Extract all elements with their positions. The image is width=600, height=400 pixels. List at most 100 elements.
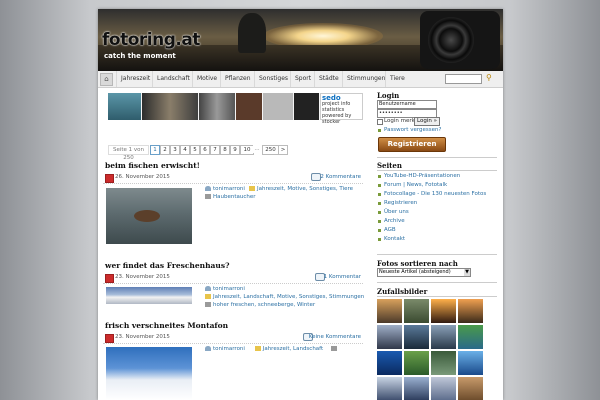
random-image[interactable] [377, 351, 402, 375]
post-comments-link[interactable]: Keine Kommentare [309, 334, 361, 340]
calendar-icon [105, 274, 114, 283]
ad-image[interactable] [142, 93, 198, 120]
pages-heading: Seiten [377, 161, 402, 170]
random-image[interactable] [404, 351, 429, 375]
site-header: fotoring.at catch the moment [98, 9, 503, 71]
login-button[interactable]: Login » [414, 117, 440, 126]
page-link[interactable]: 8 [220, 145, 230, 155]
page-link[interactable]: 3 [170, 145, 180, 155]
post-thumbnail[interactable] [106, 188, 192, 244]
page-link-youtube[interactable]: YouTube-HD-Präsentationen [384, 173, 460, 179]
ad-image[interactable] [263, 93, 293, 120]
random-image[interactable] [404, 377, 429, 400]
post-thumbnail[interactable] [106, 347, 192, 400]
post-tag-row [330, 345, 339, 353]
random-image[interactable] [377, 377, 402, 400]
page-link[interactable]: 5 [190, 145, 200, 155]
page-link[interactable]: 9 [230, 145, 240, 155]
nav-item-pflanzen[interactable]: Pflanzen [220, 71, 255, 87]
page-link-kontakt[interactable]: Kontakt [384, 236, 405, 242]
random-image[interactable] [458, 351, 483, 375]
page-link-archive[interactable]: Archive [384, 218, 405, 224]
nav-item-stimmungen[interactable]: Stimmungen [342, 71, 389, 87]
post-categories[interactable]: Jahreszeit, Landschaft [263, 346, 323, 352]
ad-image[interactable] [294, 93, 319, 120]
nav-item-jahreszeit[interactable]: Jahreszeit [116, 71, 154, 87]
post-tags[interactable]: hoher freschen, schneeberge, Winter [213, 302, 315, 308]
random-image[interactable] [431, 325, 456, 349]
random-image[interactable] [458, 299, 483, 323]
site-logo[interactable]: fotoring.at [102, 30, 200, 50]
post-title[interactable]: beim fischen erwischt! [105, 161, 200, 170]
nav-item-sonstiges[interactable]: Sonstiges [254, 71, 292, 87]
forgot-password-link[interactable]: Passwort vergessen? [384, 127, 441, 133]
nav-item-staedte[interactable]: Städte [314, 71, 343, 87]
post-comments-link[interactable]: 2 Kommentare [320, 174, 361, 180]
post-author[interactable]: tonimarroni [213, 346, 245, 352]
post-taxonomy: tonimarroni Jahreszeit, Landschaft, Moti… [205, 285, 365, 309]
divider [377, 254, 497, 255]
page-link-agb[interactable]: AGB [384, 227, 396, 233]
page-link[interactable]: 7 [210, 145, 220, 155]
post-categories[interactable]: Jahreszeit, Motive, Sonstiges, Tiere [257, 186, 353, 192]
ad-image[interactable] [236, 93, 262, 120]
ad-image[interactable] [108, 93, 141, 120]
random-image[interactable] [404, 325, 429, 349]
page-link[interactable]: 10 [240, 145, 254, 155]
post-title[interactable]: wer findet das Freschenhaus? [105, 261, 230, 270]
tag-icon [205, 194, 211, 199]
post-meta: 23. November 2015 1 Kommentar [103, 273, 363, 284]
page-link-ueber-uns[interactable]: Über uns [384, 209, 409, 215]
sort-select[interactable]: Neueste Artikel (absteigend) ▼ [377, 268, 471, 277]
random-image[interactable] [404, 299, 429, 323]
next-page-link[interactable]: > [278, 145, 288, 155]
sedo-text: powered by stocker [322, 113, 352, 125]
random-image[interactable] [377, 325, 402, 349]
post-meta: 26. November 2015 2 Kommentare [103, 173, 363, 184]
post-tag-row: hoher freschen, schneeberge, Winter [205, 301, 365, 309]
random-image[interactable] [377, 299, 402, 323]
post-thumbnail[interactable] [106, 287, 192, 304]
random-image[interactable] [431, 299, 456, 323]
post-comments-link[interactable]: 1 Kommentar [324, 274, 361, 280]
nav-item-motive[interactable]: Motive [192, 71, 221, 87]
search-input[interactable] [445, 74, 482, 84]
search-icon[interactable]: ⚲ [486, 73, 492, 82]
random-image[interactable] [431, 377, 456, 400]
register-button[interactable]: Registrieren [378, 137, 446, 152]
random-image[interactable] [458, 325, 483, 349]
ad-image[interactable] [199, 93, 235, 120]
random-image[interactable] [458, 377, 483, 400]
main-content: sedo project info statistics powered by … [103, 91, 366, 400]
post-categories[interactable]: Jahreszeit, Landschaft, Motive, Sonstige… [213, 294, 364, 300]
page-link[interactable]: 1 [150, 145, 160, 155]
home-icon[interactable]: ⌂ [100, 73, 113, 86]
page-link[interactable]: 4 [180, 145, 190, 155]
page-link-registrieren[interactable]: Registrieren [384, 200, 417, 206]
page-link-fotocollage[interactable]: Fotocollage - Die 130 neuesten Fotos [384, 191, 486, 197]
user-icon [205, 186, 211, 191]
nav-item-landschaft[interactable]: Landschaft [152, 71, 194, 87]
tag-icon [205, 302, 211, 307]
post-title[interactable]: frisch verschneites Montafon [105, 321, 228, 330]
post-author[interactable]: tonimarroni [213, 286, 245, 292]
post-category-row: Jahreszeit, Landschaft [254, 345, 323, 353]
post-author[interactable]: tonimarroni [213, 186, 245, 192]
divider [377, 296, 497, 297]
remember-login-checkbox[interactable] [377, 119, 383, 125]
page-link[interactable]: 250 [262, 145, 279, 155]
nav-item-sport[interactable]: Sport [290, 71, 315, 87]
page-link[interactable]: 2 [160, 145, 170, 155]
page-link[interactable]: 6 [200, 145, 210, 155]
folder-icon [205, 294, 211, 299]
post-author-row: tonimarroni [205, 345, 245, 353]
random-image[interactable] [431, 351, 456, 375]
post-tags[interactable]: Haubentaucher [213, 194, 256, 200]
page-link-forum[interactable]: Forum | News, Fototalk [384, 182, 447, 188]
folder-icon [254, 346, 261, 351]
sedo-ad[interactable]: sedo project info statistics powered by … [320, 93, 363, 125]
divider [377, 157, 497, 158]
username-field[interactable]: Benutzername [377, 100, 437, 109]
nav-item-tiere[interactable]: Tiere [385, 71, 409, 87]
ad-banner[interactable]: sedo project info statistics powered by … [108, 93, 363, 125]
